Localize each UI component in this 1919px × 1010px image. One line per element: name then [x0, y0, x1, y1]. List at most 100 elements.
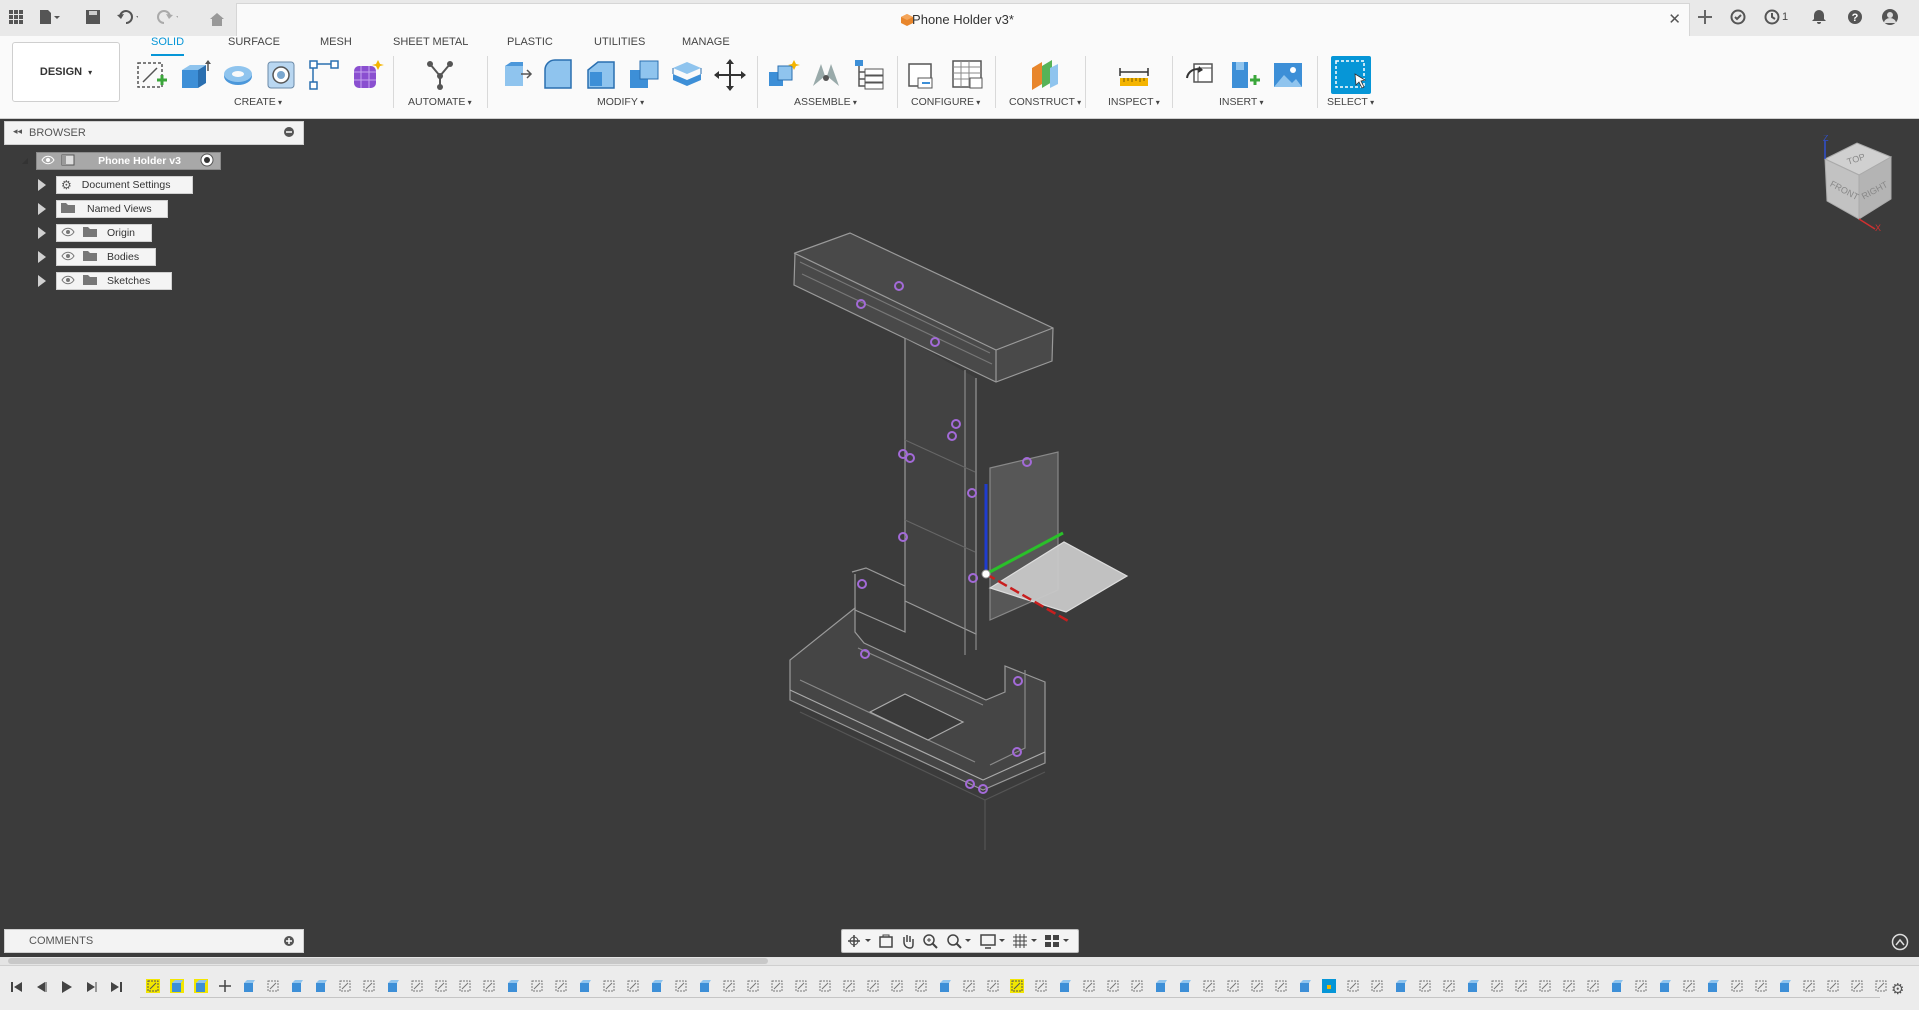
offset-plane-icon[interactable] — [1028, 58, 1062, 92]
file-menu-icon[interactable] — [38, 6, 60, 28]
timeline-extrude-icon[interactable] — [1466, 979, 1480, 993]
step-forward-icon[interactable] — [84, 980, 98, 997]
timeline-sketch-icon[interactable] — [674, 979, 688, 993]
home-icon[interactable] — [203, 8, 231, 30]
grid-settings-icon[interactable] — [1012, 933, 1038, 952]
timeline-sketch-icon[interactable] — [1562, 979, 1576, 993]
timeline-sketch-icon[interactable] — [794, 979, 808, 993]
timeline-sketch-icon[interactable] — [986, 979, 1000, 993]
timeline-sketch-icon[interactable] — [722, 979, 736, 993]
timeline-sketch-icon[interactable] — [602, 979, 616, 993]
timeline-sketch-icon[interactable] — [842, 979, 856, 993]
tab-manage[interactable]: MANAGE — [682, 36, 730, 54]
phone-holder-model[interactable] — [789, 232, 1129, 850]
origin-point[interactable] — [981, 569, 991, 579]
timeline-extrude-icon[interactable] — [290, 979, 304, 993]
timeline-sketch-icon[interactable] — [1802, 979, 1816, 993]
tab-utilities[interactable]: UTILITIES — [594, 36, 645, 54]
timeline-sketch-icon[interactable] — [410, 979, 424, 993]
fillet-icon[interactable] — [541, 58, 575, 92]
close-tab-icon[interactable]: ✕ — [1668, 10, 1681, 28]
timeline-extrude-icon[interactable] — [386, 979, 400, 993]
timeline-sketch-icon[interactable] — [1874, 979, 1888, 993]
timeline-extrude-icon[interactable] — [1154, 979, 1168, 993]
orbit-icon[interactable] — [846, 933, 872, 952]
timeline-sketch-icon[interactable] — [1442, 979, 1456, 993]
timeline-sketch-icon[interactable] — [1754, 979, 1768, 993]
combine-icon[interactable] — [627, 58, 661, 92]
timeline-scrollbar[interactable] — [0, 957, 1919, 965]
timeline-marker-icon[interactable] — [1322, 979, 1336, 993]
configure-group-label[interactable]: CONFIGURE — [911, 96, 980, 108]
sketch-point[interactable] — [857, 579, 867, 589]
timeline-extrude-icon[interactable] — [194, 979, 208, 993]
play-icon[interactable] — [59, 980, 73, 997]
bill-of-materials-icon[interactable] — [851, 58, 885, 92]
model-viewport[interactable] — [0, 118, 1919, 963]
view-cube[interactable]: TOP FRONT RIGHT Z X — [1815, 135, 1895, 235]
workspace-switcher-button[interactable]: DESIGN ▾ — [12, 42, 120, 102]
timeline-sketch-icon[interactable] — [1250, 979, 1264, 993]
timeline-sketch-icon[interactable] — [866, 979, 880, 993]
timeline-sketch-icon[interactable] — [962, 979, 976, 993]
timeline-settings-gear-icon[interactable]: ⚙ — [1891, 980, 1904, 998]
revolve-icon[interactable] — [221, 58, 255, 92]
create-form-icon[interactable] — [350, 58, 384, 92]
timeline-sketch-icon[interactable] — [434, 979, 448, 993]
timeline-sketch-icon[interactable] — [626, 979, 640, 993]
timeline-sketch-icon[interactable] — [530, 979, 544, 993]
assemble-group-label[interactable]: ASSEMBLE — [794, 96, 857, 108]
scrollbar-thumb[interactable] — [8, 958, 768, 964]
timeline-sketch-icon[interactable] — [1682, 979, 1696, 993]
insert-canvas-icon[interactable] — [1271, 58, 1305, 92]
new-tab-icon[interactable] — [1694, 6, 1716, 28]
press-pull-icon[interactable] — [499, 58, 533, 92]
extensions-icon[interactable] — [1727, 6, 1749, 28]
job-status-icon[interactable]: 1 — [1760, 6, 1792, 28]
display-settings-icon[interactable] — [980, 933, 1006, 952]
configuration-table-icon[interactable] — [950, 58, 984, 92]
timeline-sketch-icon[interactable] — [146, 979, 160, 993]
timeline-sketch-icon[interactable] — [818, 979, 832, 993]
timeline-extrude-icon[interactable] — [698, 979, 712, 993]
timeline-sketch-icon[interactable] — [1370, 979, 1384, 993]
timeline-sketch-icon[interactable] — [1634, 979, 1648, 993]
timeline-extrude-icon[interactable] — [1706, 979, 1720, 993]
timeline-extrude-icon[interactable] — [1778, 979, 1792, 993]
tab-sheet-metal[interactable]: SHEET METAL — [393, 36, 468, 54]
timeline-extrude-icon[interactable] — [170, 979, 184, 993]
timeline-extrude-icon[interactable] — [314, 979, 328, 993]
timeline-sketch-icon[interactable] — [1274, 979, 1288, 993]
timeline-sketch-icon[interactable] — [1202, 979, 1216, 993]
timeline-extrude-icon[interactable] — [1658, 979, 1672, 993]
create-sketch-icon[interactable] — [135, 58, 169, 92]
shell-icon[interactable] — [670, 58, 704, 92]
configure-icon[interactable] — [906, 58, 940, 92]
timeline-sketch-icon[interactable] — [362, 979, 376, 993]
insert-group-label[interactable]: INSERT — [1219, 96, 1264, 108]
viewports-icon[interactable] — [1044, 933, 1070, 952]
modify-group-label[interactable]: MODIFY — [597, 96, 644, 108]
timeline-sketch-icon[interactable] — [1538, 979, 1552, 993]
timeline-sketch-icon[interactable] — [266, 979, 280, 993]
notifications-bell-icon[interactable] — [1808, 6, 1830, 28]
timeline-sketch-icon[interactable] — [1106, 979, 1120, 993]
timeline-sketch-icon[interactable] — [1226, 979, 1240, 993]
timeline-extrude-icon[interactable] — [578, 979, 592, 993]
redo-icon[interactable] — [156, 6, 178, 28]
measure-icon[interactable] — [1117, 58, 1151, 92]
automate-group-label[interactable]: AUTOMATE — [408, 96, 472, 108]
timeline-extrude-icon[interactable] — [1058, 979, 1072, 993]
timeline-sketch-icon[interactable] — [746, 979, 760, 993]
timeline-extrude-icon[interactable] — [242, 979, 256, 993]
user-avatar-icon[interactable] — [1879, 6, 1901, 28]
timeline-sketch-icon[interactable] — [1514, 979, 1528, 993]
move-copy-icon[interactable] — [713, 58, 747, 92]
look-at-icon[interactable] — [878, 933, 894, 952]
timeline-sketch-icon[interactable] — [1850, 979, 1864, 993]
timeline-extrude-icon[interactable] — [650, 979, 664, 993]
timeline-extrude-icon[interactable] — [1394, 979, 1408, 993]
timeline-sketch-icon[interactable] — [1490, 979, 1504, 993]
tab-surface[interactable]: SURFACE — [228, 36, 280, 54]
timeline-move-icon[interactable] — [218, 979, 232, 993]
